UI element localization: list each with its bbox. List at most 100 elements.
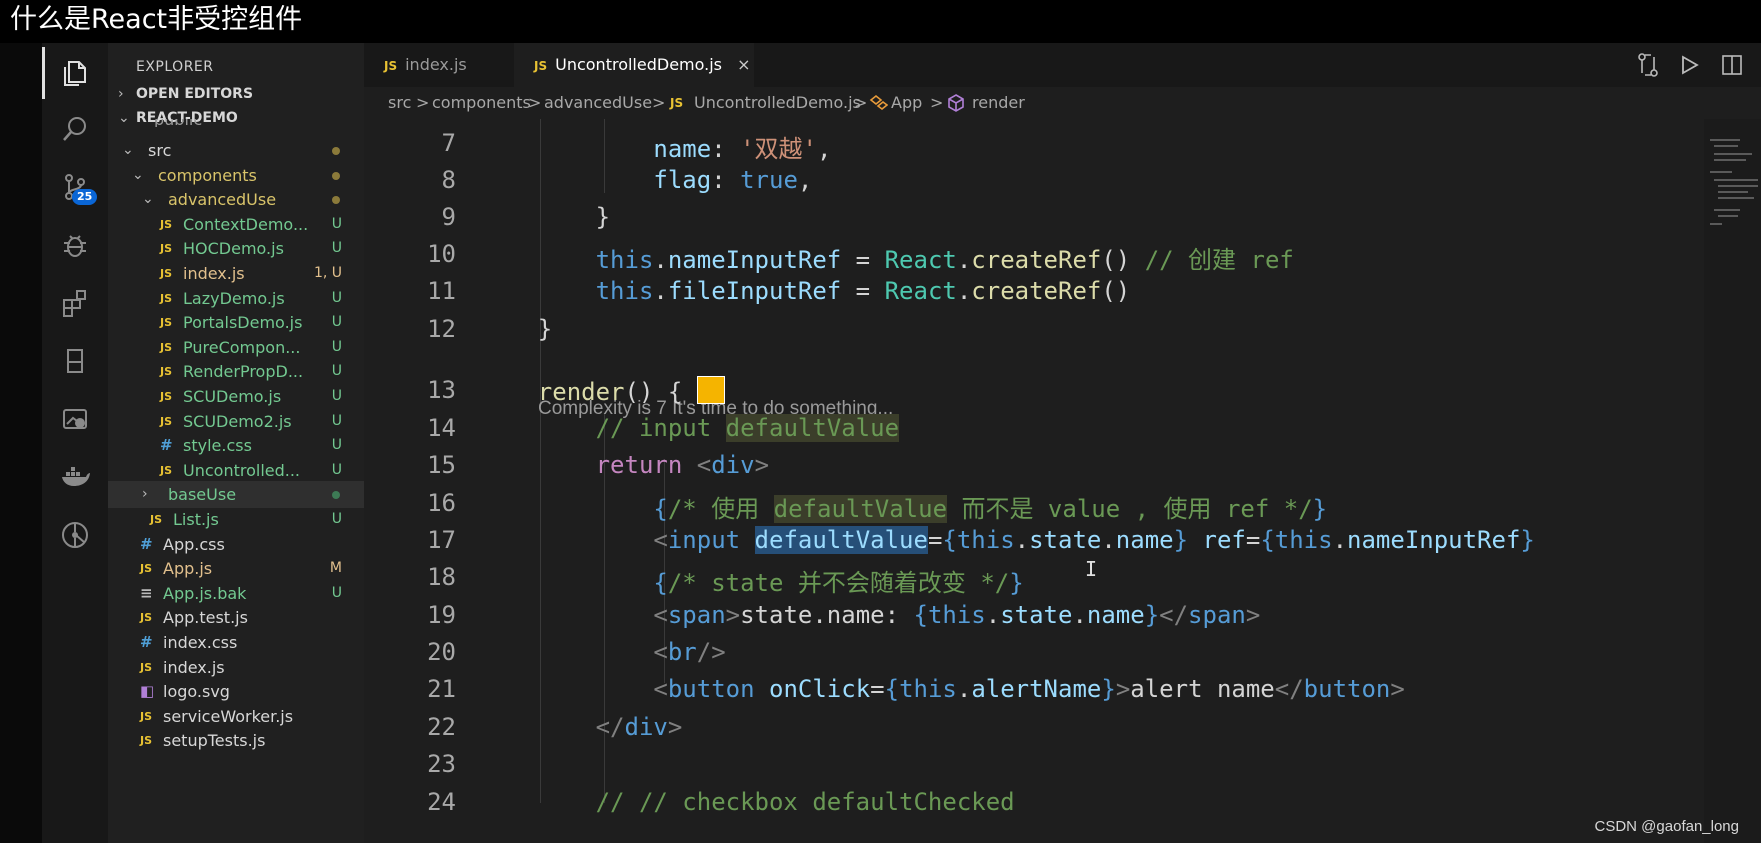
tree-item-label: App.js.bak <box>163 583 247 603</box>
breadcrumb-advanceduse[interactable]: advancedUse <box>544 87 652 119</box>
search-icon[interactable] <box>42 103 108 155</box>
code-line: this.nameInputRef = React.createRef() //… <box>480 240 1294 275</box>
breadcrumb-src[interactable]: src <box>388 87 411 119</box>
js-file-icon: JS <box>150 513 163 526</box>
close-tab-icon[interactable]: × <box>737 55 750 74</box>
folder-row[interactable]: ⌄ advancedUse <box>108 186 364 213</box>
file-row[interactable]: JS PortalsDemo.js U <box>108 309 364 336</box>
line-number: 22 <box>427 713 456 741</box>
line-number: 12 <box>427 315 456 343</box>
code-line: render() { <box>480 376 725 406</box>
code-token: this <box>595 277 654 305</box>
gitlens-icon[interactable] <box>42 509 108 561</box>
code-token: . <box>653 246 668 274</box>
code-line: } <box>480 203 610 231</box>
file-row[interactable]: JS App.js M <box>108 555 364 582</box>
file-row[interactable]: # App.css <box>108 531 364 558</box>
tree-item-label: SCUDemo.js <box>183 387 282 406</box>
code-token: React <box>884 246 957 274</box>
minimap-line <box>1714 153 1752 155</box>
run-icon[interactable] <box>1678 43 1702 87</box>
compare-changes-icon[interactable] <box>1636 43 1660 87</box>
code-token: { <box>653 495 668 523</box>
code-token: defaultValue <box>725 414 900 442</box>
tree-item-label: logo.svg <box>163 682 230 702</box>
code-token: 而不是 value , 使用 ref */ <box>947 495 1313 523</box>
folder-row[interactable]: ⌄ components <box>108 162 364 189</box>
breadcrumb-components[interactable]: components <box>432 87 531 119</box>
code-token: state.name: <box>740 601 914 629</box>
file-row[interactable]: JS index.js 1, U <box>108 260 364 287</box>
file-row[interactable]: JS Uncontrolled... U <box>108 457 364 484</box>
code-token: state <box>1000 601 1073 629</box>
tab-uncontrolleddemo[interactable]: JS UncontrolledDemo.js × <box>514 43 754 87</box>
git-status-badge: U <box>331 314 342 331</box>
file-row[interactable]: # index.css <box>108 629 364 656</box>
file-row[interactable]: JS SCUDemo.js U <box>108 383 364 410</box>
file-row[interactable]: JS PureCompon... U <box>108 334 364 361</box>
file-row[interactable]: # style.css U <box>108 432 364 459</box>
docker-icon[interactable] <box>42 451 108 503</box>
file-row[interactable]: JS ContextDemo... U <box>108 211 364 238</box>
left-margin <box>0 43 42 843</box>
minimap-line <box>1718 197 1754 199</box>
git-status-badge: U <box>331 584 342 601</box>
source-control-icon[interactable]: 25 <box>42 161 108 213</box>
file-row[interactable]: ◧ logo.svg <box>108 678 364 705</box>
code-token: = <box>1245 526 1261 554</box>
breadcrumb-app[interactable]: App <box>891 87 922 119</box>
file-row[interactable]: JS SCUDemo2.js U <box>108 408 364 435</box>
split-editor-icon[interactable] <box>1720 43 1744 87</box>
file-row[interactable]: JS RenderPropD... U <box>108 358 364 385</box>
explorer-icon[interactable] <box>42 47 108 99</box>
code-token: > <box>725 601 741 629</box>
file-row[interactable]: JS LazyDemo.js U <box>108 285 364 312</box>
code-token: defaultValue <box>773 495 948 523</box>
project-section[interactable]: ⌄ REACT-DEMO <box>108 105 364 131</box>
debug-icon[interactable] <box>42 219 108 271</box>
chevron-down-icon: ⌄ <box>132 166 144 183</box>
code-token: > <box>1115 675 1131 703</box>
code-token: { <box>884 675 900 703</box>
code-token: span <box>1188 601 1246 629</box>
file-row[interactable]: JS HOCDemo.js U <box>108 235 364 262</box>
line-number: 9 <box>441 203 456 231</box>
file-row[interactable]: JS setupTests.js <box>108 727 364 754</box>
code-token: = <box>841 246 885 274</box>
code-editor[interactable]: Complexity is 7 It's time to do somethin… <box>364 119 1704 843</box>
tree-item-label: components <box>158 165 257 185</box>
js-file-icon: JS <box>384 59 398 73</box>
file-row[interactable]: JS App.test.js <box>108 604 364 631</box>
remote-explorer-icon[interactable] <box>42 393 108 445</box>
book-icon[interactable] <box>42 335 108 387</box>
minimap[interactable] <box>1704 119 1761 843</box>
tab-label: UncontrolledDemo.js <box>555 55 722 74</box>
code-token: return <box>595 451 683 479</box>
breadcrumb-render[interactable]: render <box>972 87 1025 119</box>
file-row[interactable]: JS List.js U <box>108 506 364 533</box>
code-token: defaultValue <box>754 526 928 554</box>
extensions-icon[interactable] <box>42 277 108 329</box>
file-row[interactable]: JS serviceWorker.js <box>108 703 364 730</box>
tab-bar: JS index.js JS UncontrolledDemo.js × <box>364 43 1761 87</box>
line-number: 16 <box>427 489 456 517</box>
folder-row[interactable]: › baseUse <box>108 481 364 509</box>
code-token: this <box>956 526 1015 554</box>
file-row[interactable]: JS index.js <box>108 654 364 681</box>
code-token: React <box>884 277 957 305</box>
code-token: button <box>1303 675 1391 703</box>
line-number: 18 <box>427 563 456 591</box>
open-editors-section[interactable]: › OPEN EDITORS <box>108 81 364 107</box>
folder-row[interactable]: ⌄ src <box>108 137 364 164</box>
line-number: 7 <box>441 129 456 157</box>
code-token: . <box>1072 601 1087 629</box>
code-line: <br/> <box>480 638 725 666</box>
chevron-down-icon: ⌄ <box>142 191 154 208</box>
tab-index-js[interactable]: JS index.js <box>364 43 514 87</box>
breadcrumb-file[interactable]: UncontrolledDemo.js <box>694 87 861 119</box>
line-number: 14 <box>427 414 456 442</box>
partial-folder-row: public <box>154 119 202 127</box>
file-row[interactable]: ≡ App.js.bak U <box>108 580 364 607</box>
